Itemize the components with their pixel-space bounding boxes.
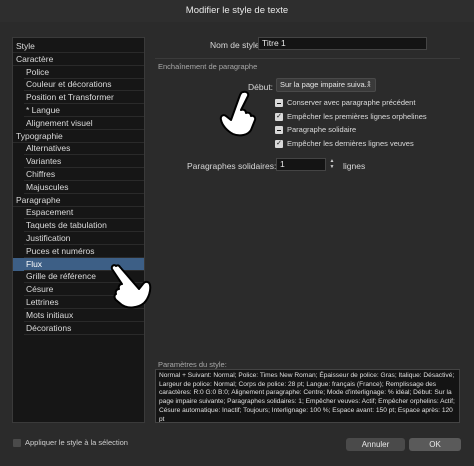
checkbox-label: Empêcher les premières lignes orphelines [287, 112, 427, 121]
sidebar-item[interactable]: * Langue [13, 104, 144, 117]
sidebar-item[interactable]: Taquets de tabulation [13, 219, 144, 233]
summary-text: Normal + Suivant: Normal; Police: Times … [155, 369, 460, 423]
sidebar-item[interactable]: Couleur et décorations [13, 78, 144, 92]
hand-pointer-icon [110, 264, 152, 309]
section-title: Enchaînement de paragraphe [158, 62, 258, 71]
style-name-input[interactable]: Titre 1 [258, 37, 427, 50]
start-dropdown[interactable]: Sur la page impaire suiva... ⇕ [276, 78, 376, 92]
window-title: Modifier le style de texte [0, 0, 474, 22]
checkbox-unchecked-icon[interactable] [13, 439, 21, 447]
sidebar-group-header[interactable]: Style [13, 40, 144, 53]
sidebar-item[interactable]: Variantes [13, 155, 144, 169]
hand-pointer-icon [219, 90, 257, 137]
apply-to-selection-label: Appliquer le style à la sélection [25, 438, 128, 447]
solid-lines-stepper[interactable]: ▲ ▼ [328, 158, 336, 171]
sidebar-item[interactable]: Justification [13, 232, 144, 245]
sidebar-item[interactable]: Puces et numéros [13, 245, 144, 258]
solid-lines-label: Paragraphes solidaires: [187, 161, 277, 171]
solid-lines-input[interactable]: 1 [276, 158, 326, 171]
stepper-down-icon[interactable]: ▼ [328, 164, 336, 170]
section-divider [155, 58, 460, 59]
checkbox-keep-with-previous[interactable]: Conserver avec paragraphe précédent [275, 98, 445, 108]
sidebar-group-header[interactable]: Caractère [13, 53, 144, 66]
ok-button[interactable]: OK [409, 438, 461, 451]
sidebar-item[interactable]: Chiffres [13, 168, 144, 181]
checkbox-keep-together[interactable]: Paragraphe solidaire [275, 125, 445, 135]
dialog-window: Modifier le style de texte Style Caractèr… [0, 0, 474, 466]
sidebar-item[interactable]: Police [13, 66, 144, 79]
checkmark-icon[interactable]: ✓ [275, 140, 283, 148]
checkbox-indeterminate-icon[interactable] [275, 126, 283, 134]
sidebar-group-header[interactable]: Paragraphe [13, 194, 144, 207]
checkbox-label: Conserver avec paragraphe précédent [287, 98, 416, 107]
checkmark-icon[interactable]: ✓ [275, 113, 283, 121]
sidebar-group-header[interactable]: Typographie [13, 130, 144, 143]
checkbox-prevent-orphans[interactable]: ✓ Empêcher les premières lignes orphelin… [275, 112, 445, 122]
summary-title: Paramètres du style: [158, 360, 227, 369]
sidebar-item[interactable]: Alternatives [13, 142, 144, 156]
start-dropdown-value: Sur la page impaire suiva... [280, 80, 371, 89]
checkbox-label: Empêcher les dernières lignes veuves [287, 139, 414, 148]
sidebar-item[interactable]: Mots initiaux [13, 309, 144, 322]
checkbox-label: Paragraphe solidaire [287, 125, 357, 134]
category-sidebar: Style Caractère Police Couleur et décoratio… [12, 37, 145, 423]
sidebar-item[interactable]: Majuscules [13, 181, 144, 194]
checkbox-prevent-widows[interactable]: ✓ Empêcher les dernières lignes veuves [275, 139, 445, 149]
sidebar-item[interactable]: Alignement visuel [13, 117, 144, 130]
style-name-label: Nom de style: [210, 40, 262, 50]
cancel-button[interactable]: Annuler [346, 438, 405, 451]
sidebar-item[interactable]: Position et Transformer [13, 91, 144, 105]
solid-lines-unit: lignes [343, 161, 366, 171]
sidebar-item[interactable]: Espacement [13, 206, 144, 220]
checkbox-indeterminate-icon[interactable] [275, 99, 283, 107]
sidebar-item[interactable]: Décorations [13, 322, 144, 335]
updown-arrows-icon: ⇕ [366, 81, 372, 88]
